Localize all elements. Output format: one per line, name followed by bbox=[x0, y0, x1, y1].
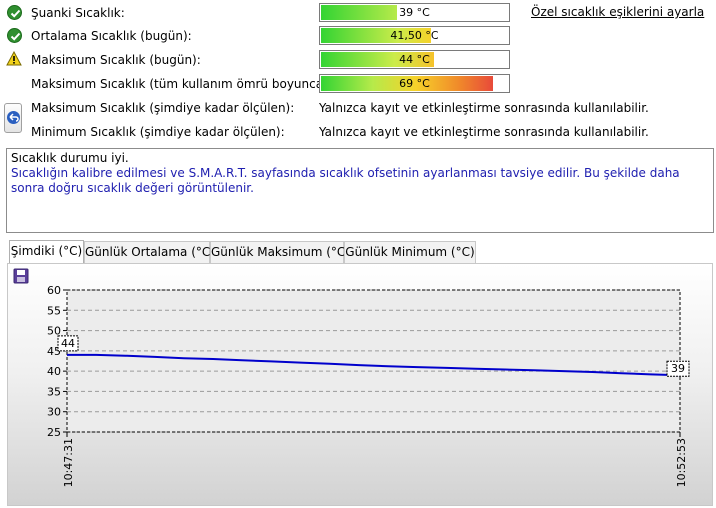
end-value-label: 39 bbox=[671, 362, 685, 375]
x-tick-label: 10:52:53 bbox=[675, 438, 688, 487]
y-tick-label: 60 bbox=[47, 284, 61, 297]
temperature-chart: 2530354045505560443910:47:31 10:52:53 bbox=[47, 284, 690, 487]
y-tick-label: 40 bbox=[47, 365, 61, 378]
x-tick-label: 10:47:31 bbox=[62, 438, 75, 487]
y-tick-label: 30 bbox=[47, 406, 61, 419]
y-tick-label: 25 bbox=[47, 426, 61, 439]
y-tick-label: 55 bbox=[47, 304, 61, 317]
tab-current[interactable]: Şimdiki (°C) bbox=[9, 240, 84, 263]
plot-area bbox=[67, 290, 680, 432]
y-tick-label: 35 bbox=[47, 385, 61, 398]
start-value-label: 44 bbox=[61, 337, 75, 350]
